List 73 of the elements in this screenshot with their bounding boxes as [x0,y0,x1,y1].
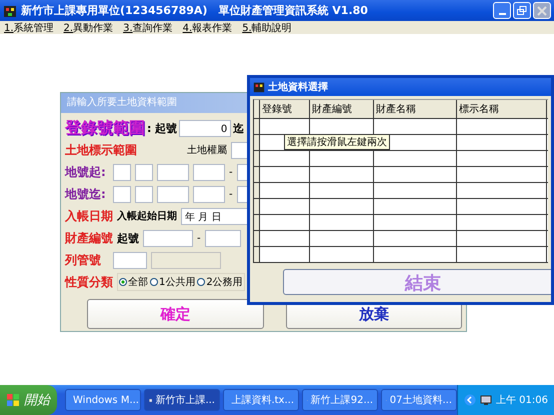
column-header[interactable]: 登錄號 [260,100,310,118]
field-label: 迄 [233,120,244,136]
row-header[interactable] [254,247,260,262]
column-header[interactable]: 標示名稱 [457,100,547,118]
app-icon [3,4,17,18]
field-label: 地號起: [65,164,107,180]
row-header[interactable] [254,135,260,150]
minimize-button[interactable] [493,2,511,19]
field-label: 登錄號範圍 [65,118,145,138]
separator-text: - [197,232,201,244]
row-header[interactable] [254,183,260,198]
close-button[interactable] [533,2,551,19]
field-label: 起號 [117,230,139,246]
app-icon [253,81,265,93]
field-label: : 起號 [147,120,178,136]
section-label: 財產編號 [65,230,113,246]
column-header[interactable]: 財產編號 [310,100,374,118]
taskbar-button[interactable]: 新竹上課92... [302,389,378,411]
radio-option[interactable]: 2公務用 [197,275,243,289]
monitor-icon[interactable] [480,394,492,406]
input-field[interactable] [143,230,193,246]
input-field[interactable]: 0 [179,120,232,136]
field-label: 土地權屬 [187,144,227,157]
close-icon [537,6,547,16]
input-field[interactable] [135,164,153,180]
row-header[interactable] [254,151,260,166]
section-label: 性質分類 [65,274,113,290]
input-field[interactable] [157,164,189,180]
section-label: 列管號 [65,252,102,268]
column-header[interactable]: 財產名稱 [374,100,457,118]
row-header[interactable] [254,199,260,214]
start-button[interactable]: 開始 [0,385,57,415]
radio-option[interactable]: 1公共用 [150,275,196,289]
menu-item[interactable]: 3.查詢作業 [123,20,173,34]
input-field[interactable] [113,252,147,268]
input-field[interactable] [193,164,225,180]
input-field[interactable] [204,230,241,246]
row-header[interactable] [254,215,260,230]
taskbar-button[interactable]: 07土地資料... [381,389,457,411]
section-label: 土地標示範圍 [65,142,138,158]
windows-logo-icon [6,393,20,407]
data-grid[interactable]: 登錄號 財產編號 財產名稱 標示名稱 選擇請按滑鼠左鍵兩次 [253,99,548,263]
input-field [151,252,221,268]
confirm-button[interactable]: 確定 [87,299,264,329]
taskbar-button[interactable]: Windows M... [65,389,141,411]
menu-item[interactable]: 5.輔助說明 [242,20,292,34]
field-label: 地號迄: [65,186,107,202]
restore-icon [517,6,527,16]
row-header[interactable] [254,167,260,182]
input-field[interactable] [135,186,153,202]
row-header[interactable] [254,119,260,134]
chevron-icon[interactable] [464,394,476,406]
row-header[interactable] [254,231,260,246]
separator-text: - [229,166,233,178]
taskbar-button[interactable]: 新竹市上課... [144,389,220,411]
input-field[interactable] [157,186,189,202]
menu-item[interactable]: 4.報表作業 [182,20,232,34]
tooltip: 選擇請按滑鼠左鍵兩次 [284,134,390,150]
input-field[interactable] [113,186,131,202]
dialog-title: 土地資料選擇 [268,80,328,94]
clock: 上午 01:06 [496,394,548,407]
window-title: 新竹市上課專用單位(123456789A) 單位財產管理資訊系統 V1.80 [21,3,368,18]
taskbar-button[interactable]: 上課資料.tx... [223,389,299,411]
field-label: 入帳起始日期 [117,210,177,223]
section-label: 入帳日期 [65,208,113,224]
radio-option[interactable]: 全部 [119,275,148,289]
input-field[interactable] [193,186,225,202]
restore-button[interactable] [513,2,531,19]
menu-item[interactable]: 1.系統管理 [4,20,54,34]
minimize-icon [498,12,506,14]
input-field[interactable] [113,164,131,180]
menu-item[interactable]: 2.異動作業 [64,20,114,34]
separator-text: - [229,188,233,200]
